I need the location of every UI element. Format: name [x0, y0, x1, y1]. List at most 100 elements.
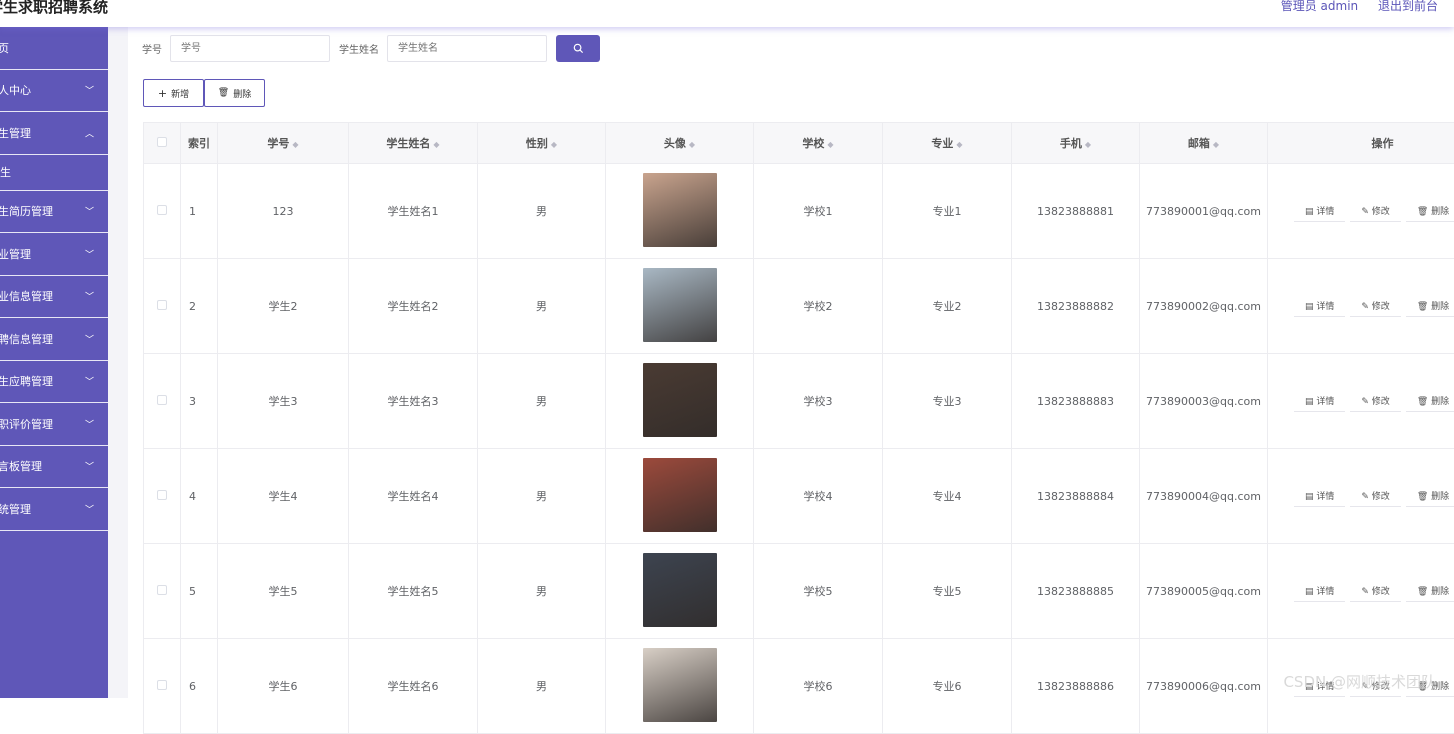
search-button[interactable]: [556, 35, 600, 62]
sidebar-item[interactable]: 人中心﹀: [0, 70, 108, 113]
sidebar-item-label: 生应聘管理: [0, 373, 53, 389]
edit-icon: ✎: [1361, 302, 1371, 312]
sort-icon[interactable]: ◆: [551, 140, 557, 149]
operation-label: 详情: [1316, 397, 1334, 407]
cell-student-name: 学生姓名3: [349, 354, 478, 449]
header-student-name[interactable]: 学生姓名◆: [349, 123, 478, 164]
sort-icon[interactable]: ◆: [1085, 140, 1091, 149]
chevron-down-icon: ﹀: [85, 502, 94, 515]
cell-gender: 男: [478, 639, 606, 734]
trash-icon: 🗑: [1417, 302, 1431, 312]
cell-phone: 13823888881: [1012, 164, 1140, 259]
avatar: [643, 268, 717, 342]
sidebar-subitem[interactable]: 生: [0, 155, 108, 191]
operation-label: 修改: [1372, 207, 1390, 217]
row-checkbox[interactable]: [157, 395, 167, 405]
cell-major: 专业6: [883, 639, 1012, 734]
row-checkbox-cell[interactable]: [144, 259, 181, 354]
sort-icon[interactable]: ◆: [956, 140, 962, 149]
row-checkbox[interactable]: [157, 205, 167, 215]
sidebar-item-label: 业信息管理: [0, 288, 53, 304]
header-school[interactable]: 学校◆: [754, 123, 883, 164]
detail-button[interactable]: ▤ 详情: [1294, 201, 1345, 222]
row-checkbox-cell[interactable]: [144, 354, 181, 449]
row-checkbox[interactable]: [157, 300, 167, 310]
cell-index: 6: [181, 639, 218, 734]
sidebar-item[interactable]: 业信息管理﹀: [0, 276, 108, 319]
chevron-down-icon: ﹀: [85, 417, 94, 430]
edit-button[interactable]: ✎ 修改: [1350, 391, 1400, 412]
sidebar-item[interactable]: 生应聘管理﹀: [0, 361, 108, 404]
cell-operations: ▤ 详情✎ 修改 🗑 删除: [1268, 544, 1454, 639]
student-name-input[interactable]: [387, 35, 547, 62]
cell-gender: 男: [478, 354, 606, 449]
exit-to-frontend-link[interactable]: 退出到前台: [1378, 0, 1438, 13]
cell-student-name: 学生姓名2: [349, 259, 478, 354]
sidebar-item[interactable]: 聘信息管理﹀: [0, 318, 108, 361]
cell-email: 773890006@qq.com: [1140, 639, 1268, 734]
sort-icon[interactable]: ◆: [827, 140, 833, 149]
edit-button[interactable]: ✎ 修改: [1350, 201, 1400, 222]
row-checkbox[interactable]: [157, 680, 167, 690]
row-checkbox[interactable]: [157, 490, 167, 500]
row-checkbox-cell[interactable]: [144, 164, 181, 259]
sidebar-item[interactable]: 生简历管理﹀: [0, 191, 108, 234]
student-id-input[interactable]: [170, 35, 330, 62]
sort-icon[interactable]: ◆: [433, 140, 439, 149]
header-email[interactable]: 邮箱◆: [1140, 123, 1268, 164]
sidebar-item[interactable]: 统管理﹀: [0, 488, 108, 531]
edit-button[interactable]: ✎ 修改: [1350, 296, 1400, 317]
edit-button[interactable]: ✎ 修改: [1350, 581, 1400, 602]
row-checkbox-cell[interactable]: [144, 544, 181, 639]
sidebar-item[interactable]: 职评价管理 ﹀: [0, 403, 108, 446]
sidebar-item[interactable]: 言板管理﹀: [0, 446, 108, 489]
cell-gender: 男: [478, 544, 606, 639]
select-all-checkbox-cell[interactable]: [144, 123, 181, 164]
header-gender[interactable]: 性别◆: [478, 123, 606, 164]
row-delete-button[interactable]: 🗑 删除: [1406, 486, 1454, 507]
admin-user-link[interactable]: 管理员 admin: [1281, 0, 1358, 13]
header-major[interactable]: 专业◆: [883, 123, 1012, 164]
select-all-checkbox[interactable]: [157, 137, 167, 147]
delete-button[interactable]: 🗑 删除: [204, 79, 265, 107]
row-delete-button[interactable]: 🗑 删除: [1406, 581, 1454, 602]
row-delete-button[interactable]: 🗑 删除: [1406, 296, 1454, 317]
trash-icon: 🗑: [218, 88, 229, 98]
row-checkbox[interactable]: [157, 585, 167, 595]
detail-button[interactable]: ▤ 详情: [1294, 581, 1345, 602]
sort-icon[interactable]: ◆: [1213, 140, 1219, 149]
cell-avatar: [606, 164, 754, 259]
operation-label: 修改: [1372, 302, 1390, 312]
plus-icon: +: [158, 87, 167, 100]
add-button[interactable]: + 新增: [143, 79, 204, 107]
header-phone[interactable]: 手机◆: [1012, 123, 1140, 164]
sidebar-item[interactable]: 业管理﹀: [0, 233, 108, 276]
detail-button[interactable]: ▤ 详情: [1294, 486, 1345, 507]
sort-icon[interactable]: ◆: [292, 140, 298, 149]
sort-icon[interactable]: ◆: [689, 140, 695, 149]
cell-school: 学校6: [754, 639, 883, 734]
row-checkbox-cell[interactable]: [144, 449, 181, 544]
trash-icon: 🗑: [1417, 492, 1431, 502]
table-header-row: 索引 学号◆ 学生姓名◆ 性别◆ 头像◆ 学校◆ 专业◆ 手机◆ 邮箱◆ 操作: [144, 123, 1454, 164]
cell-student-id: 123: [218, 164, 349, 259]
sidebar-item[interactable]: 页: [0, 27, 108, 70]
operation-label: 修改: [1372, 397, 1390, 407]
edit-button[interactable]: ✎ 修改: [1350, 486, 1400, 507]
cell-gender: 男: [478, 164, 606, 259]
sidebar-item[interactable]: 生管理︿: [0, 112, 108, 155]
avatar: [643, 363, 717, 437]
cell-school: 学校4: [754, 449, 883, 544]
header-avatar[interactable]: 头像◆: [606, 123, 754, 164]
row-checkbox-cell[interactable]: [144, 639, 181, 734]
detail-button[interactable]: ▤ 详情: [1294, 296, 1345, 317]
header-student-id[interactable]: 学号◆: [218, 123, 349, 164]
cell-phone: 13823888884: [1012, 449, 1140, 544]
detail-button[interactable]: ▤ 详情: [1294, 391, 1345, 412]
sidebar-item-label: 职评价管理: [0, 416, 53, 432]
cell-school: 学校3: [754, 354, 883, 449]
sidebar-item-label: 人中心: [0, 82, 31, 98]
row-delete-button[interactable]: 🗑 删除: [1406, 201, 1454, 222]
operation-label: 修改: [1372, 587, 1390, 597]
row-delete-button[interactable]: 🗑 删除: [1406, 391, 1454, 412]
